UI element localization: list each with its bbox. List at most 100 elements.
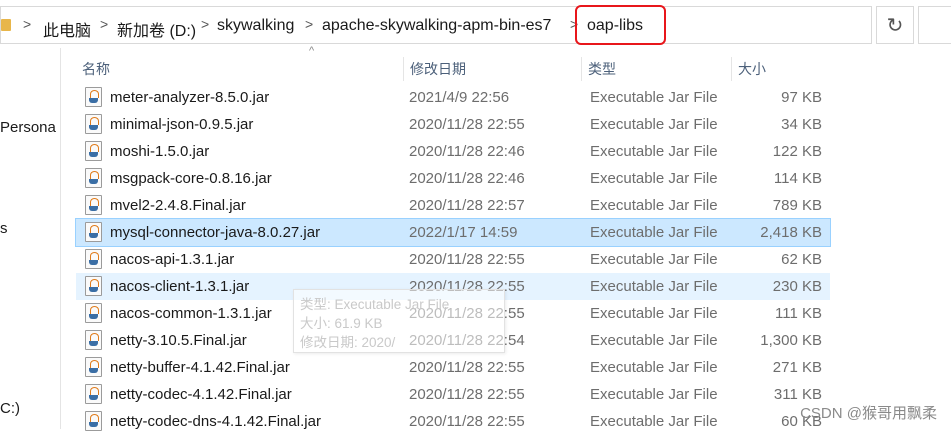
jar-file-icon — [85, 114, 102, 134]
breadcrumb-this-pc[interactable]: 此电脑 — [43, 17, 91, 41]
column-header-row: ^ 名称 修改日期 类型 大小 — [76, 45, 830, 83]
jar-file-icon — [85, 222, 102, 242]
column-header-date[interactable]: 修改日期 — [404, 55, 582, 83]
file-type: Executable Jar File — [590, 116, 718, 133]
column-header-size[interactable]: 大小 — [732, 55, 830, 83]
file-size: 271 KB — [772, 359, 822, 376]
file-name: mysql-connector-java-8.0.27.jar — [110, 224, 321, 241]
file-type: Executable Jar File — [590, 413, 718, 430]
file-type: Executable Jar File — [590, 278, 718, 295]
file-name: netty-codec-4.1.42.Final.jar — [110, 386, 292, 403]
file-date: 2020/11/28 22:55 — [409, 116, 525, 133]
file-name: moshi-1.5.0.jar — [110, 143, 210, 160]
tooltip-size: 大小: 61.9 KB — [300, 316, 383, 331]
file-date: 2020/11/28 22:55 — [409, 251, 525, 268]
file-type: Executable Jar File — [590, 143, 718, 160]
breadcrumb-chevron-icon[interactable]: > — [100, 16, 108, 32]
file-row[interactable]: netty-codec-4.1.42.Final.jar 2020/11/28 … — [76, 381, 830, 408]
annotation-highlight-box — [575, 5, 666, 45]
file-date: 2020/11/28 22:55 — [409, 359, 525, 376]
file-type: Executable Jar File — [590, 197, 718, 214]
jar-file-icon — [85, 303, 102, 323]
file-size: 2,418 KB — [760, 224, 822, 241]
file-date: 2021/4/9 22:56 — [409, 89, 510, 106]
file-date: 2022/1/17 14:59 — [409, 224, 518, 241]
file-info-tooltip: 类型: Executable Jar File 大小: 61.9 KB 修改日期… — [293, 289, 505, 353]
refresh-icon: ↻ — [886, 14, 904, 37]
breadcrumb-apm-bin[interactable]: apache-skywalking-apm-bin-es7 — [322, 17, 551, 35]
file-row[interactable]: meter-analyzer-8.5.0.jar 2021/4/9 22:56 … — [76, 84, 830, 111]
jar-file-icon — [85, 276, 102, 296]
nav-item-drive-c[interactable]: C:) — [0, 400, 20, 417]
pane-divider[interactable] — [60, 48, 61, 429]
file-date: 2020/11/28 22:57 — [409, 197, 525, 214]
file-list: meter-analyzer-8.5.0.jar 2021/4/9 22:56 … — [75, 84, 831, 435]
file-name: minimal-json-0.9.5.jar — [110, 116, 254, 133]
refresh-button[interactable]: ↻ — [876, 6, 914, 44]
file-row[interactable]: nacos-api-1.3.1.jar 2020/11/28 22:55 Exe… — [76, 246, 830, 273]
nav-item-personal[interactable]: Persona — [0, 119, 56, 136]
jar-file-icon — [85, 141, 102, 161]
jar-file-icon — [85, 330, 102, 350]
breadcrumb-skywalking[interactable]: skywalking — [217, 17, 294, 35]
file-name: nacos-api-1.3.1.jar — [110, 251, 235, 268]
file-name: mvel2-2.4.8.Final.jar — [110, 197, 246, 214]
file-name: nacos-common-1.3.1.jar — [110, 305, 272, 322]
file-row[interactable]: netty-buffer-4.1.42.Final.jar 2020/11/28… — [76, 354, 830, 381]
navigation-pane: Persona s C:) — [0, 48, 60, 429]
breadcrumb-chevron-icon[interactable]: > — [305, 16, 313, 32]
file-size: 97 KB — [781, 89, 822, 106]
file-name: netty-3.10.5.Final.jar — [110, 332, 247, 349]
breadcrumb-chevron-icon[interactable]: > — [201, 16, 209, 32]
column-header-type[interactable]: 类型 — [582, 55, 732, 83]
jar-file-icon — [85, 249, 102, 269]
file-size: 1,300 KB — [760, 332, 822, 349]
file-type: Executable Jar File — [590, 251, 718, 268]
file-type: Executable Jar File — [590, 386, 718, 403]
file-size: 789 KB — [772, 197, 822, 214]
breadcrumb-drive-d[interactable]: 新加卷 (D:) — [117, 17, 196, 41]
column-header-name[interactable]: 名称 — [76, 55, 404, 83]
file-type: Executable Jar File — [590, 170, 718, 187]
file-row[interactable]: netty-codec-dns-4.1.42.Final.jar 2020/11… — [76, 408, 830, 435]
jar-file-icon — [85, 195, 102, 215]
jar-file-icon — [85, 357, 102, 377]
file-type: Executable Jar File — [590, 359, 718, 376]
file-row[interactable]: mvel2-2.4.8.Final.jar 2020/11/28 22:57 E… — [76, 192, 830, 219]
file-type: Executable Jar File — [590, 332, 718, 349]
search-box[interactable] — [918, 6, 951, 44]
tooltip-type: 类型: Executable Jar File — [300, 297, 450, 312]
file-date: 2020/11/28 22:46 — [409, 143, 525, 160]
watermark: CSDN @猴哥用飘柔 — [800, 405, 937, 422]
file-date: 2020/11/28 22:46 — [409, 170, 525, 187]
file-row-selected[interactable]: mysql-connector-java-8.0.27.jar 2022/1/1… — [75, 218, 831, 247]
file-size: 111 KB — [775, 305, 822, 322]
file-name: nacos-client-1.3.1.jar — [110, 278, 250, 295]
jar-file-icon — [85, 168, 102, 188]
file-name: msgpack-core-0.8.16.jar — [110, 170, 272, 187]
file-row[interactable]: moshi-1.5.0.jar 2020/11/28 22:46 Executa… — [76, 138, 830, 165]
file-name: netty-buffer-4.1.42.Final.jar — [110, 359, 290, 376]
file-type: Executable Jar File — [590, 305, 718, 322]
file-name: netty-codec-dns-4.1.42.Final.jar — [110, 413, 321, 430]
file-type: Executable Jar File — [590, 89, 718, 106]
file-date: 2020/11/28 22:55 — [409, 413, 525, 430]
file-size: 230 KB — [772, 278, 822, 295]
file-row[interactable]: minimal-json-0.9.5.jar 2020/11/28 22:55 … — [76, 111, 830, 138]
address-bar[interactable]: > 此电脑 > 新加卷 (D:) > skywalking > apache-s… — [0, 6, 872, 44]
file-size: 34 KB — [781, 116, 822, 133]
jar-file-icon — [85, 384, 102, 404]
file-size: 114 KB — [773, 170, 822, 187]
breadcrumb-chevron-icon[interactable]: > — [23, 16, 31, 32]
tooltip-modified: 修改日期: 2020/ — [300, 335, 396, 350]
file-date: 2020/11/28 22:55 — [409, 386, 525, 403]
jar-file-icon — [85, 411, 102, 431]
jar-file-icon — [85, 87, 102, 107]
file-row[interactable]: msgpack-core-0.8.16.jar 2020/11/28 22:46… — [76, 165, 830, 192]
folder-icon — [1, 19, 11, 31]
file-size: 62 KB — [781, 251, 822, 268]
nav-item-s[interactable]: s — [0, 220, 8, 237]
file-name: meter-analyzer-8.5.0.jar — [110, 89, 270, 106]
file-type: Executable Jar File — [590, 224, 718, 241]
file-size: 122 KB — [772, 143, 822, 160]
